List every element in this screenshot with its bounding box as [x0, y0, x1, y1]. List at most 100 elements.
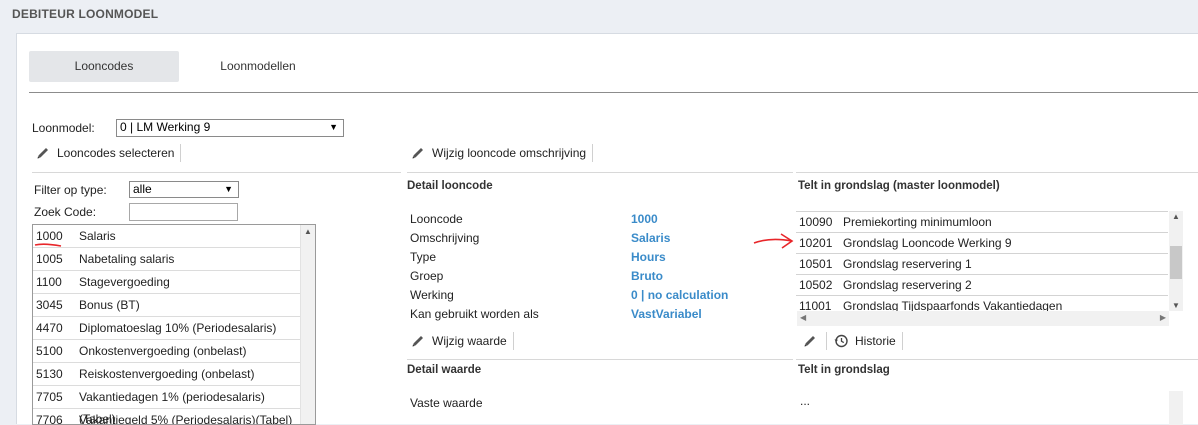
annotation-arrow	[753, 233, 794, 249]
history-icon	[832, 332, 850, 350]
filter-label: Filter op type:	[34, 183, 107, 197]
wijzig-waarde-label: Wijzig waarde	[432, 334, 507, 348]
list-item-code: 1100	[36, 275, 62, 289]
detail-row: Type Hours	[410, 250, 740, 269]
pencil-icon	[409, 332, 427, 350]
scroll-right-icon[interactable]: ▶	[1160, 313, 1166, 322]
grondslag-item[interactable]: 10201 Grondslag Looncode Werking 9	[796, 232, 1168, 253]
detail-value: 0 | no calculation	[631, 288, 729, 302]
historie-label: Historie	[855, 334, 896, 348]
scroll-left-icon[interactable]: ◀	[800, 313, 806, 322]
detail-key: Omschrijving	[410, 231, 480, 245]
detail-key: Kan gebruikt worden als	[410, 307, 539, 321]
list-item-desc: Vakantiegeld 5% (Periodesalaris)(Tabel)	[79, 413, 293, 425]
list-item-desc: Diplomatoeslag 10% (Periodesalaris)	[79, 321, 277, 335]
list-item-code: 7705	[36, 390, 63, 404]
list-item[interactable]: 1005 Nabetaling salaris	[33, 248, 301, 271]
list-item-code: 7706	[36, 413, 63, 425]
scroll-thumb[interactable]	[1170, 246, 1182, 279]
wijzig-looncode-omschrijving-label: Wijzig looncode omschrijving	[432, 146, 587, 160]
list-item[interactable]: 7705 Vakantiedagen 1% (periodesalaris)(Ta…	[33, 386, 301, 424]
middle-divider-2	[407, 359, 793, 360]
looncodes-selecteren-button[interactable]: Looncodes selecteren	[34, 143, 182, 163]
grondslag-item[interactable]: 10501 Grondslag reservering 1	[796, 253, 1168, 274]
detail-row: Werking 0 | no calculation	[410, 288, 740, 307]
list-item-desc: Bonus (BT)	[79, 298, 140, 312]
detail-value: Salaris	[631, 231, 671, 245]
detail-looncode-title: Detail looncode	[407, 180, 493, 192]
looncode-list: 1000 Salaris 1005 Nabetaling salaris 1100 S…	[32, 224, 316, 425]
toolbar-separator	[512, 332, 514, 350]
grondslag-code: 10502	[799, 278, 833, 292]
list-item-code: 5130	[36, 367, 63, 381]
list-scrollbar[interactable]: ▲	[300, 225, 315, 424]
looncodes-selecteren-label: Looncodes selecteren	[57, 146, 175, 160]
grondslag-desc: Grondslag Looncode Werking 9	[843, 236, 1012, 250]
detail-row: Groep Bruto	[410, 269, 740, 288]
zoek-code-label: Zoek Code:	[34, 205, 97, 219]
grondslag-item[interactable]: 10502 Grondslag reservering 2	[796, 274, 1168, 295]
grondslag-desc: Grondslag reservering 1	[843, 257, 972, 271]
right-divider	[796, 172, 1198, 173]
detail-key: Werking	[410, 288, 454, 302]
grondslag-code: 10501	[799, 257, 833, 271]
loonmodel-label: Loonmodel:	[32, 121, 95, 135]
wijzig-looncode-omschrijving-button[interactable]: Wijzig looncode omschrijving	[409, 143, 594, 163]
filter-type-select[interactable]: alle ▼	[129, 181, 239, 198]
loonmodel-select[interactable]: 0 | LM Werking 9 ▼	[116, 119, 344, 137]
list-item[interactable]: 5100 Onkostenvergoeding (onbelast)	[33, 340, 301, 363]
dropdown-arrow-icon: ▼	[224, 184, 233, 194]
historie-button[interactable]: Historie	[832, 331, 903, 351]
grondslag-title: Telt in grondslag	[798, 364, 890, 376]
detail-row: Looncode 1000	[410, 212, 740, 231]
list-item-desc: Reiskostenvergoeding (onbelast)	[79, 367, 255, 381]
middle-divider	[407, 172, 793, 173]
loonmodel-select-value: 0 | LM Werking 9	[120, 120, 211, 134]
list-item-desc: Salaris	[79, 229, 116, 243]
wijzig-waarde-button[interactable]: Wijzig waarde	[409, 331, 514, 351]
header-bar: DEBITEUR LOONMODEL	[0, 0, 1198, 31]
list-item-code: 3045	[36, 298, 63, 312]
page-title: DEBITEUR LOONMODEL	[12, 7, 159, 21]
detail-row: Kan gebruikt worden als VastVariabel	[410, 307, 740, 326]
list-item-code: 5100	[36, 344, 63, 358]
detail-waarde-title: Detail waarde	[407, 364, 482, 376]
tab-loonmodellen[interactable]: Loonmodellen	[183, 51, 333, 82]
detail-key: Groep	[410, 269, 444, 283]
grondslag-master-list: 10090 Premiekorting minimumloon 10201 Gron…	[796, 211, 1169, 327]
list-item[interactable]: 3045 Bonus (BT)	[33, 294, 301, 317]
toolbar-separator	[180, 144, 182, 162]
detail-value: Bruto	[631, 269, 663, 283]
scroll-down-icon[interactable]: ▼	[1172, 301, 1180, 310]
filter-type-value: alle	[133, 182, 152, 196]
list-item[interactable]: 5130 Reiskostenvergoeding (onbelast)	[33, 363, 301, 386]
edit-grondslag-button[interactable]	[801, 331, 827, 351]
toolbar-separator	[901, 332, 903, 350]
grondslag-desc: Grondslag reservering 2	[843, 278, 972, 292]
pencil-icon	[801, 332, 819, 350]
detail-key: Looncode	[410, 212, 463, 226]
grondslag-hscrollbar[interactable]: ◀ ▶	[797, 311, 1169, 326]
list-item[interactable]: 7706 Vakantiegeld 5% (Periodesalaris)(Tab…	[33, 409, 301, 425]
annotation-underline	[34, 243, 62, 247]
right-divider-2	[796, 359, 1198, 360]
grondslag-item[interactable]: 10090 Premiekorting minimumloon	[796, 211, 1168, 232]
pencil-icon	[34, 144, 52, 162]
grondslag-list-scrollbar[interactable]	[1169, 391, 1183, 425]
list-item-code: 1005	[36, 252, 63, 266]
grondslag-code: 10201	[799, 236, 833, 250]
list-item[interactable]: 4470 Diplomatoeslag 10% (Periodesalaris)	[33, 317, 301, 340]
list-item[interactable]: 1100 Stagevergoeding	[33, 271, 301, 294]
toolbar-separator	[826, 332, 827, 350]
list-item-code: 4470	[36, 321, 63, 335]
list-item[interactable]: 1000 Salaris	[33, 225, 301, 248]
tab-looncodes[interactable]: Looncodes	[29, 51, 179, 82]
zoek-code-input[interactable]	[129, 203, 238, 221]
scroll-up-icon[interactable]: ▲	[1172, 212, 1180, 221]
list-item-desc: Nabetaling salaris	[79, 252, 175, 266]
grondslag-vscrollbar[interactable]: ▲ ▼	[1169, 211, 1183, 311]
tab-divider	[29, 92, 1198, 93]
dropdown-arrow-icon: ▼	[329, 122, 338, 132]
scroll-up-icon[interactable]: ▲	[304, 227, 312, 236]
grondslag-desc: Premiekorting minimumloon	[843, 215, 992, 229]
